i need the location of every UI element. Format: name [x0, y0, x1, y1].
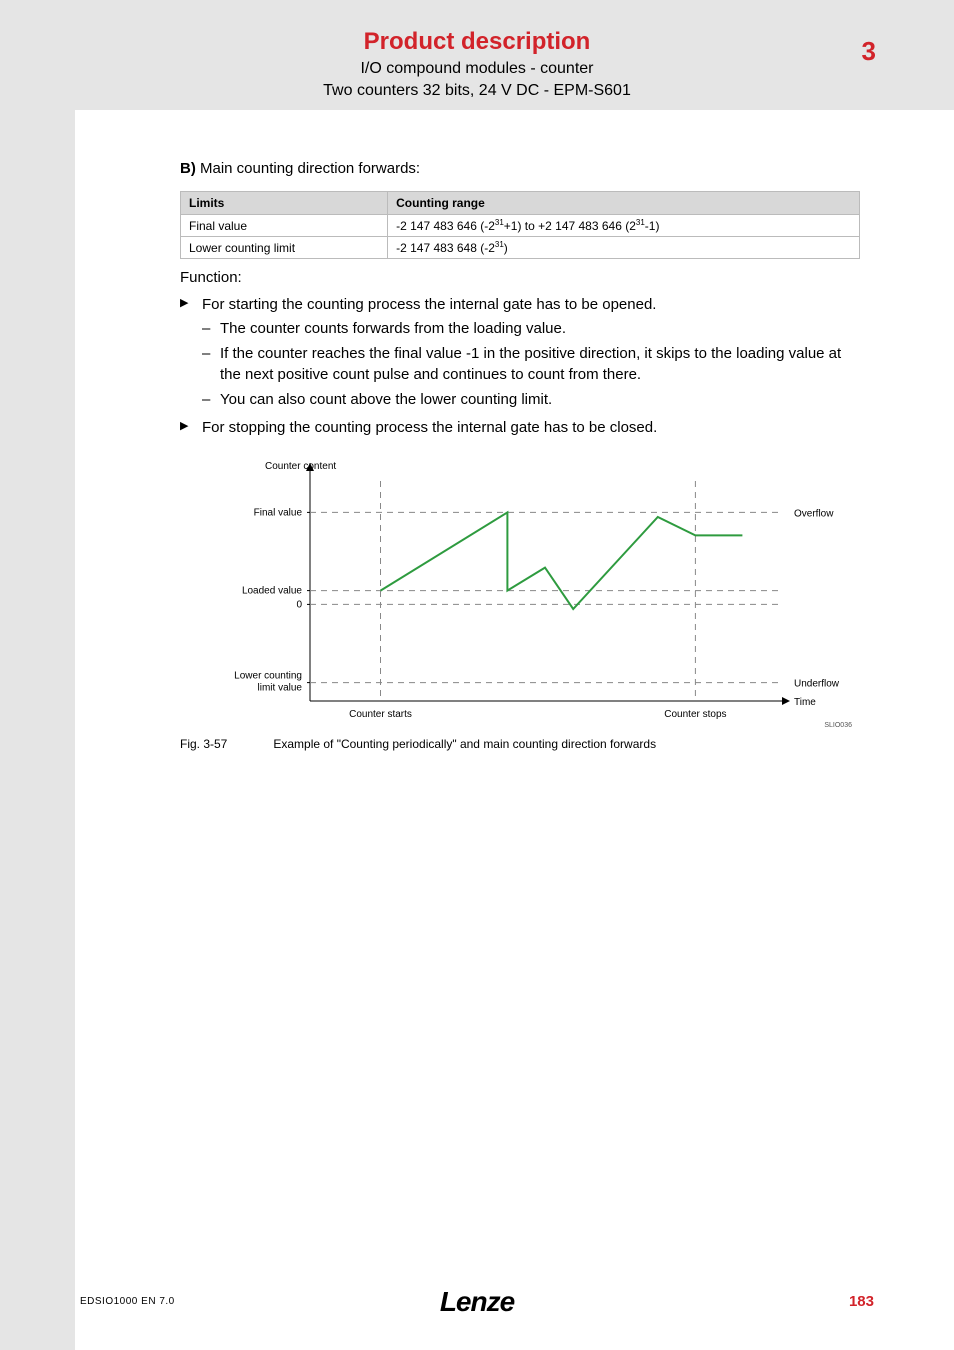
figure-text: Example of "Counting periodically" and m…: [273, 737, 656, 751]
cell-limit: Lower counting limit: [181, 237, 388, 259]
cell-limit: Final value: [181, 215, 388, 237]
main-content: B) Main counting direction forwards: Lim…: [180, 160, 860, 751]
function-label: Function:: [180, 269, 860, 286]
footer-doc-id: EDSIO1000 EN 7.0: [80, 1296, 175, 1307]
bullet-list: For starting the counting process the in…: [180, 294, 860, 439]
section-b-label: B): [180, 160, 196, 177]
svg-text:Underflow: Underflow: [794, 678, 840, 689]
svg-text:Overflow: Overflow: [794, 508, 834, 519]
table-header-limits: Limits: [181, 192, 388, 215]
figure-caption: Fig. 3-57 Example of "Counting periodica…: [180, 737, 860, 751]
left-margin-bar: [0, 0, 75, 1350]
dash-item: The counter counts forwards from the loa…: [202, 318, 860, 340]
section-b-text: Main counting direction forwards:: [196, 160, 420, 177]
svg-text:0: 0: [296, 599, 302, 610]
page-subtitle-2: Two counters 32 bits, 24 V DC - EPM-S601: [0, 82, 954, 100]
svg-text:Time: Time: [794, 697, 816, 708]
chapter-number: 3: [862, 36, 876, 67]
svg-text:Loaded value: Loaded value: [242, 585, 302, 596]
cell-range: -2 147 483 648 (-231): [388, 237, 860, 259]
page-footer: EDSIO1000 EN 7.0 Lenze 183: [80, 1293, 874, 1310]
svg-text:Counter starts: Counter starts: [349, 709, 412, 720]
svg-text:Lower counting: Lower counting: [234, 670, 302, 681]
svg-text:SLIO036: SLIO036: [824, 722, 852, 729]
figure-number: Fig. 3-57: [180, 737, 270, 751]
table-row: Final value -2 147 483 646 (-231+1) to +…: [181, 215, 860, 237]
page-title: Product description: [0, 28, 954, 56]
footer-page-number: 183: [849, 1293, 874, 1310]
cell-range: -2 147 483 646 (-231+1) to +2 147 483 64…: [388, 215, 860, 237]
svg-text:Counter content: Counter content: [265, 461, 336, 472]
svg-text:Final value: Final value: [254, 507, 303, 518]
svg-text:limit value: limit value: [258, 682, 303, 693]
section-b-title: B) Main counting direction forwards:: [180, 160, 860, 177]
page-subtitle-1: I/O compound modules - counter: [0, 60, 954, 78]
footer-logo: Lenze: [440, 1286, 514, 1318]
diagram-svg: Counter content Final value Loaded value 0 L…: [180, 451, 860, 731]
table-header-range: Counting range: [388, 192, 860, 215]
counter-diagram: Counter content Final value Loaded value 0 L…: [180, 451, 860, 731]
bullet-item: For stopping the counting process the in…: [180, 417, 860, 439]
dash-item: If the counter reaches the final value -…: [202, 343, 860, 387]
bullet-item: For starting the counting process the in…: [180, 294, 860, 411]
table-row: Lower counting limit -2 147 483 648 (-23…: [181, 237, 860, 259]
dash-item: You can also count above the lower count…: [202, 389, 860, 411]
page-header: Product description I/O compound modules…: [0, 28, 954, 100]
dash-list: The counter counts forwards from the loa…: [202, 318, 860, 411]
limits-table: Limits Counting range Final value -2 147…: [180, 191, 860, 259]
svg-text:Counter stops: Counter stops: [664, 709, 726, 720]
